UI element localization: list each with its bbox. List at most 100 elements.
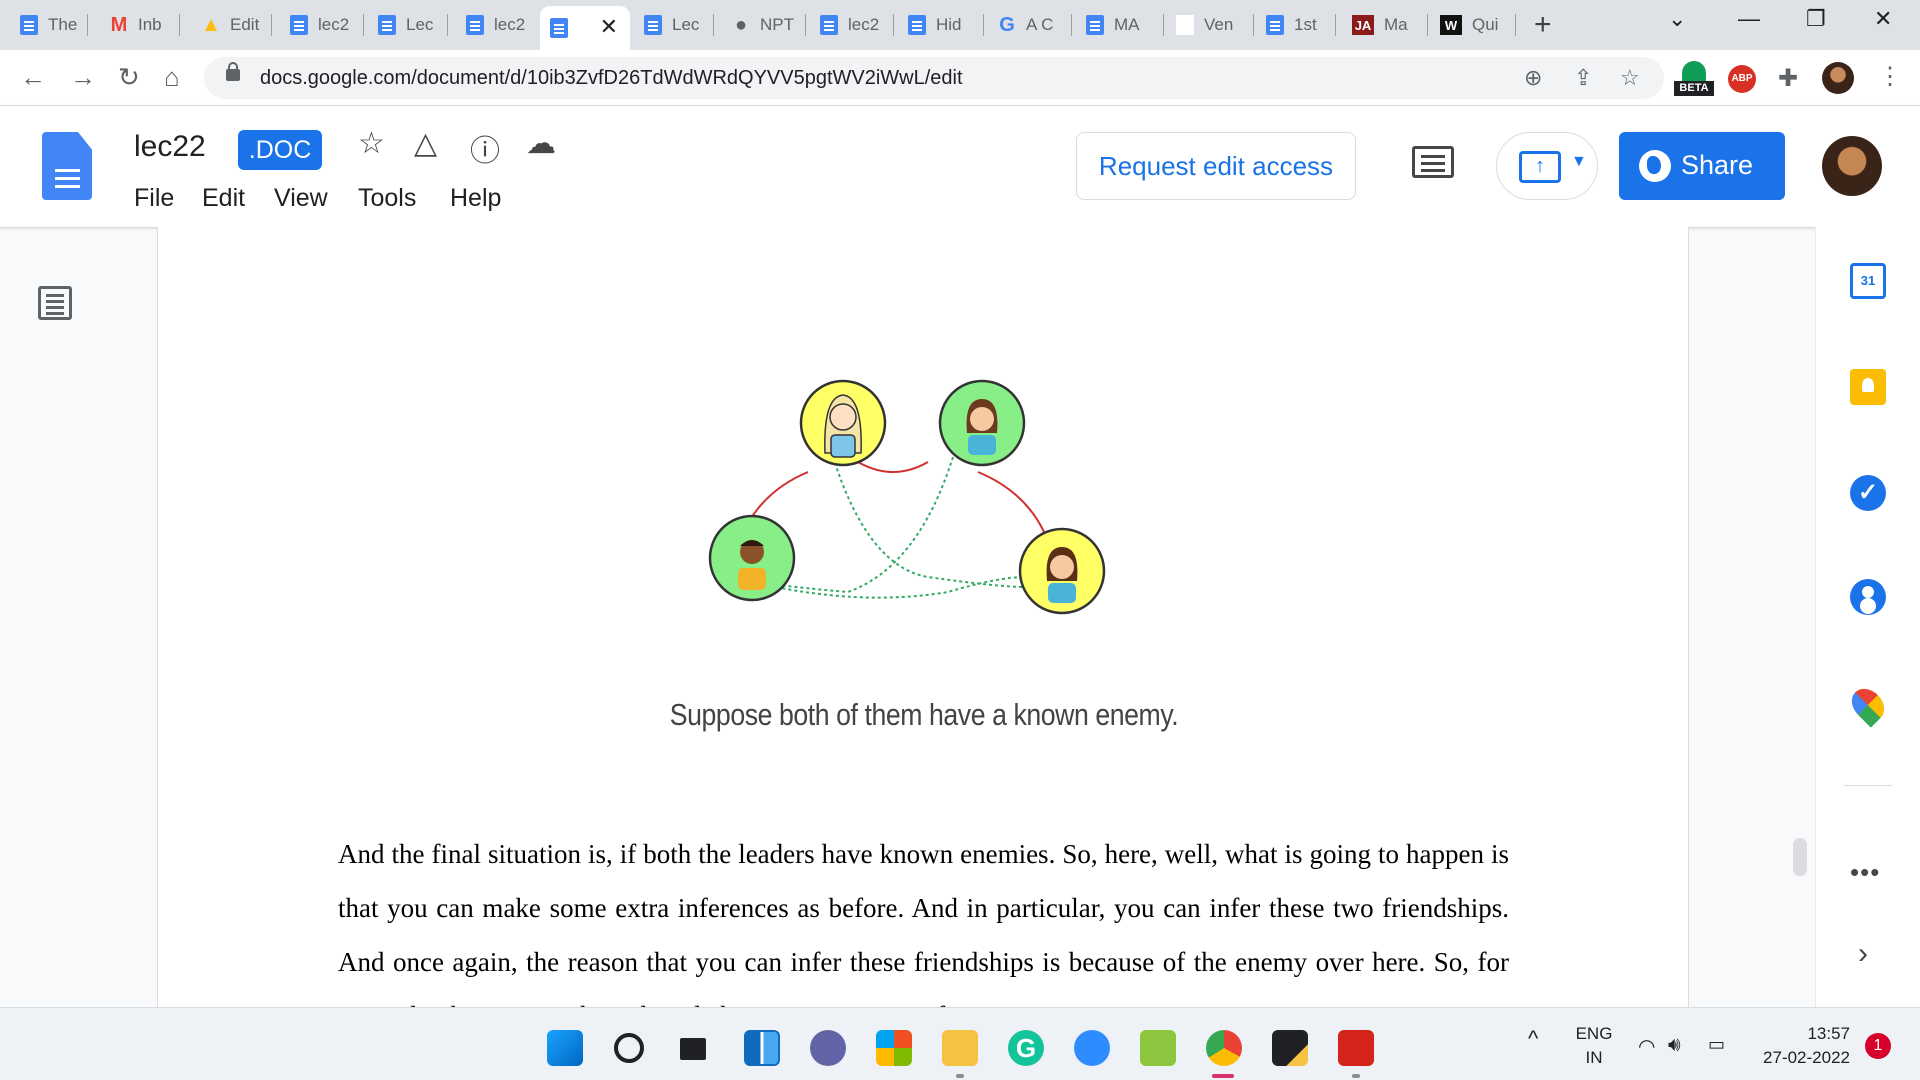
sticky-notes-icon[interactable] [1272,1030,1308,1066]
region-indicator[interactable]: IN [1574,1048,1614,1068]
tab[interactable]: MA [1076,8,1164,42]
w-icon: W [1440,15,1462,35]
acrobat-icon[interactable] [1338,1030,1374,1066]
tab[interactable]: ● NPT [722,8,806,42]
maps-icon[interactable] [1845,682,1891,728]
notification-badge[interactable]: 1 [1865,1033,1891,1059]
notes-app-icon[interactable] [1140,1030,1176,1066]
tab-active[interactable]: ✕ [540,6,630,50]
tab[interactable]: Ven [1166,8,1254,42]
browser-menu-icon[interactable]: ⋮ [1878,62,1902,91]
body-paragraph: And the final situation is, if both the … [338,839,1509,1007]
search-icon[interactable] [614,1033,644,1063]
menu-help[interactable]: Help [450,184,501,213]
zoom-icon[interactable] [1074,1030,1110,1066]
home-icon[interactable]: ⌂ [164,62,180,93]
battery-icon[interactable]: ▭ [1708,1034,1725,1055]
tab[interactable]: JA Ma [1342,8,1428,42]
comments-icon[interactable] [1412,146,1454,178]
profile-avatar[interactable] [1822,62,1854,94]
tab-title: Edit [230,15,260,34]
add-to-drive-icon[interactable]: △ [414,126,437,161]
forward-icon[interactable]: → [70,62,96,93]
grammarly-icon[interactable]: G [1008,1030,1044,1066]
extensions-icon[interactable]: ✚ [1778,64,1798,93]
back-icon[interactable]: ← [20,62,46,93]
wifi-icon[interactable]: ◠ [1638,1034,1655,1059]
bookmark-star-icon[interactable]: ☆ [1620,65,1640,91]
docs-logo-icon[interactable] [42,132,92,200]
close-tab-icon[interactable]: ✕ [600,14,618,40]
docs-icon [820,15,838,35]
enemy-edge [857,461,929,473]
tab-title: Lec [406,15,434,34]
cloud-saved-icon[interactable]: ☁ [526,126,556,161]
request-edit-access-button[interactable]: Request edit access [1076,132,1356,200]
task-view-icon[interactable] [680,1038,706,1060]
keep-icon[interactable] [1850,369,1886,405]
more-addons-icon[interactable]: ••• [1850,857,1880,888]
store-icon[interactable] [876,1030,912,1066]
tab[interactable]: Hid [898,8,984,42]
restore-icon[interactable]: ❐ [1806,6,1826,32]
tab[interactable]: lec2 [280,8,364,42]
tab-title: lec2 [318,15,350,34]
reload-icon[interactable]: ↻ [118,62,140,93]
teams-chat-icon[interactable] [810,1030,846,1066]
tab[interactable]: M Inb [100,8,180,42]
calendar-icon[interactable]: 31 [1850,263,1886,299]
tab[interactable]: 1st [1256,8,1336,42]
url-text[interactable]: docs.google.com/document/d/10ib3ZvfD26Td… [260,67,963,90]
tab-title: lec2 [494,15,526,34]
close-window-icon[interactable]: ✕ [1874,6,1892,32]
star-icon[interactable]: ☆ [358,126,385,161]
tab[interactable]: Lec [368,8,448,42]
share-button[interactable]: Share [1619,132,1785,200]
show-hidden-icons[interactable]: ^ [1528,1026,1538,1052]
tab[interactable]: Lec [634,8,714,42]
document-page: Suppose both of them have a known enemy.… [157,227,1689,1007]
chrome-icon[interactable] [1206,1030,1242,1066]
tab[interactable]: GA C [988,8,1072,42]
docs-icon [466,15,484,35]
share-page-icon[interactable]: ⇪ [1574,65,1592,91]
tab[interactable]: lec2 [810,8,894,42]
present-button[interactable]: ↑ ▼ [1496,132,1598,200]
menu-tools[interactable]: Tools [358,184,416,213]
beta-extension-icon[interactable]: BETA [1674,61,1714,97]
clock-time[interactable]: 13:57 [1756,1024,1850,1044]
tab[interactable]: W Qui [1430,8,1516,42]
start-icon[interactable] [547,1030,583,1066]
file-explorer-icon[interactable] [942,1030,978,1066]
widgets-icon[interactable] [744,1030,780,1066]
tab[interactable]: ▲ Edit [192,8,272,42]
language-indicator[interactable]: ENG [1574,1024,1614,1044]
menu-file[interactable]: File [134,184,174,213]
lock-icon[interactable] [226,62,240,81]
tab[interactable]: lec2 [456,8,536,42]
document-outline-icon[interactable] [38,286,72,320]
browser-toolbar: ← → ↻ ⌂ docs.google.com/document/d/10ib3… [0,50,1920,106]
volume-icon[interactable]: 🔊︎ [1668,1034,1681,1057]
chevron-right-icon[interactable]: › [1858,937,1868,971]
docs-logo-lines [55,169,80,172]
tab[interactable]: The [10,8,88,42]
address-bar[interactable]: docs.google.com/document/d/10ib3ZvfD26Td… [204,57,1664,99]
tasks-icon[interactable]: ✓ [1850,475,1886,511]
side-panel-divider [1844,785,1892,786]
info-icon[interactable]: ⓘ [470,126,500,170]
zoom-icon[interactable]: ⊕ [1524,65,1542,91]
chevron-down-icon: ▼ [1571,153,1587,170]
contacts-icon[interactable] [1850,579,1886,615]
scrollbar-thumb[interactable] [1793,838,1807,876]
new-tab-icon[interactable]: + [1534,8,1552,42]
tab-search-icon[interactable]: ⌄ [1668,6,1686,32]
document-title[interactable]: lec22 [134,130,206,164]
minimize-icon[interactable]: — [1738,6,1760,32]
clock-date[interactable]: 27-02-2022 [1744,1048,1850,1068]
account-avatar[interactable] [1822,136,1882,196]
menu-edit[interactable]: Edit [202,184,245,213]
windows-taskbar: G ^ ENG IN ◠ 🔊︎ ▭ 13:57 27-02-2022 [0,1007,1920,1080]
menu-view[interactable]: View [274,184,328,213]
adblock-icon[interactable]: ABP [1728,65,1756,93]
